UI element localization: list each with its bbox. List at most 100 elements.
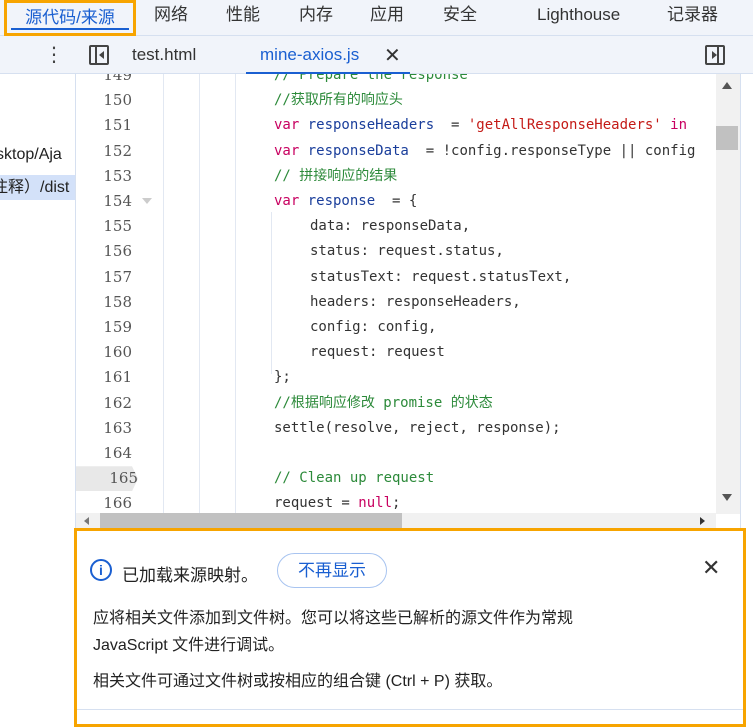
code-token: }; bbox=[274, 369, 291, 386]
code-token: data: responseData, bbox=[310, 218, 471, 235]
code-line: status: request.status, bbox=[310, 239, 504, 264]
tab-4[interactable]: 应用 bbox=[370, 0, 404, 36]
code-token: // 拼接响应的结果 bbox=[274, 167, 398, 184]
close-infobar-icon[interactable]: ✕ bbox=[702, 555, 720, 581]
code-line: config: config, bbox=[310, 315, 436, 340]
scroll-thumb[interactable] bbox=[100, 513, 402, 529]
code-token: ; bbox=[392, 495, 401, 512]
code-token: var bbox=[274, 142, 308, 159]
file-tab-mine-axios[interactable]: mine-axios.js ✕ bbox=[246, 36, 410, 74]
debugger-pane-edge bbox=[740, 74, 753, 528]
code-token: in bbox=[661, 117, 688, 134]
code-line: settle(resolve, reject, response); bbox=[274, 416, 561, 441]
infobar-body-line1: 应将相关文件添加到文件树。您可以将这些已解析的源文件作为常规 bbox=[93, 610, 574, 627]
code-line: data: responseData, bbox=[310, 214, 470, 239]
code-line: headers: responseHeaders, bbox=[310, 290, 521, 315]
tab-7[interactable]: 记录器 bbox=[667, 0, 718, 36]
code-token: = !config.responseType || config bbox=[408, 142, 696, 159]
code-line: var responseData = !config.responseType … bbox=[274, 139, 695, 164]
tab-3[interactable]: 内存 bbox=[299, 0, 333, 36]
code-token: // Clean up request bbox=[274, 470, 435, 487]
line-number[interactable]: 165 bbox=[76, 466, 138, 492]
line-number[interactable]: 156 bbox=[76, 239, 132, 264]
vertical-scrollbar[interactable] bbox=[716, 74, 740, 514]
code-token: // Prepare the response bbox=[274, 74, 468, 83]
scroll-thumb[interactable] bbox=[716, 126, 738, 150]
more-options-icon[interactable]: ⋮ bbox=[44, 42, 64, 67]
code-line: //获取所有的响应头 bbox=[274, 88, 403, 113]
infobar-body-line2: JavaScript 文件进行调试。 bbox=[93, 637, 285, 654]
editor-toolbar: ⋮ test.html mine-axios.js ✕ bbox=[0, 36, 753, 74]
infobar-body-line3: 相关文件可通过文件树或按相应的组合键 (Ctrl + P) 获取。 bbox=[93, 673, 503, 690]
line-number[interactable]: 150 bbox=[76, 88, 132, 113]
code-token: settle(resolve, reject, response); bbox=[274, 419, 561, 436]
code-line: // Prepare the response bbox=[274, 74, 468, 88]
code-token: response bbox=[307, 193, 376, 209]
toggle-debugger-icon[interactable] bbox=[705, 45, 725, 65]
code-token: request = bbox=[274, 495, 359, 512]
code-token: responseData bbox=[307, 142, 409, 159]
horizontal-scrollbar[interactable] bbox=[76, 513, 716, 529]
code-line: var responseHeaders = 'getAllResponseHea… bbox=[274, 113, 687, 138]
code-token: null bbox=[358, 495, 393, 512]
line-number[interactable]: 158 bbox=[76, 290, 132, 315]
code-token: headers: responseHeaders, bbox=[310, 293, 521, 310]
line-number[interactable]: 151 bbox=[76, 113, 132, 138]
code-token: statusText: request.statusText, bbox=[310, 268, 572, 285]
line-number[interactable]: 157 bbox=[76, 265, 132, 290]
code-line: }; bbox=[274, 365, 291, 390]
info-icon: i bbox=[90, 559, 112, 581]
code-editor[interactable]: 149 // Prepare the response 150 //获取所有的响应头 1… bbox=[76, 74, 740, 514]
code-token: //根据响应修改 promise 的状态 bbox=[274, 394, 493, 411]
panel-tabs: 源代码/来源 网络 性能 内存 应用 安全 Lighthouse 记录器 bbox=[0, 0, 753, 36]
code-line: var response = { bbox=[274, 189, 417, 214]
line-number[interactable]: 161 bbox=[76, 365, 132, 390]
code-line: request: request bbox=[310, 340, 445, 365]
scroll-up-icon[interactable] bbox=[722, 82, 732, 89]
scroll-right-icon[interactable] bbox=[700, 517, 705, 525]
file-tab-label: mine-axios.js bbox=[260, 45, 360, 64]
line-number[interactable]: 163 bbox=[76, 416, 132, 441]
scroll-left-icon[interactable] bbox=[84, 517, 89, 525]
code-token: request: request bbox=[310, 344, 445, 361]
line-number[interactable]: 153 bbox=[76, 164, 132, 189]
code-line: // Clean up request bbox=[274, 466, 434, 491]
tab-6[interactable]: Lighthouse bbox=[537, 0, 620, 36]
infobar-title: 已加载来源映射。 bbox=[122, 566, 258, 585]
file-tab-test-html[interactable]: test.html bbox=[132, 45, 196, 65]
line-number[interactable]: 152 bbox=[76, 139, 132, 164]
line-number[interactable]: 160 bbox=[76, 340, 132, 365]
scroll-down-icon[interactable] bbox=[722, 494, 732, 501]
tab-2[interactable]: 性能 bbox=[226, 0, 260, 36]
code-token: var bbox=[274, 117, 308, 134]
tab-0[interactable]: 源代码/来源 bbox=[4, 0, 136, 36]
tab-5[interactable]: 安全 bbox=[443, 0, 477, 36]
line-number[interactable]: 162 bbox=[76, 391, 132, 416]
file-navigator: sktop/Aja 注释）/dist bbox=[0, 74, 76, 528]
tab-1[interactable]: 网络 bbox=[154, 0, 188, 36]
dont-show-again-button[interactable]: 不再显示 bbox=[277, 553, 387, 588]
fold-arrow-icon[interactable] bbox=[142, 198, 152, 204]
line-number[interactable]: 166 bbox=[76, 491, 132, 514]
code-token: = { bbox=[375, 193, 418, 209]
code-token: = bbox=[434, 117, 468, 134]
source-map-infobar: i 已加载来源映射。 不再显示 ✕ 应将相关文件添加到文件树。您可以将这些已解析… bbox=[74, 528, 746, 727]
code-line: // 拼接响应的结果 bbox=[274, 164, 397, 189]
line-number[interactable]: 149 bbox=[76, 74, 132, 88]
code-token: config: config, bbox=[310, 319, 437, 335]
tree-item-selected[interactable]: 注释）/dist bbox=[0, 175, 75, 200]
close-icon[interactable]: ✕ bbox=[384, 43, 401, 68]
code-token: //获取所有的响应头 bbox=[274, 92, 403, 109]
tree-item[interactable]: sktop/Aja bbox=[0, 142, 72, 167]
code-token: status: request.status, bbox=[310, 243, 504, 260]
toggle-navigator-icon[interactable] bbox=[89, 45, 109, 65]
code-line: //根据响应修改 promise 的状态 bbox=[274, 391, 493, 416]
code-line: statusText: request.statusText, bbox=[310, 265, 571, 290]
line-number[interactable]: 155 bbox=[76, 214, 132, 239]
code-token: responseHeaders bbox=[307, 117, 435, 134]
line-number[interactable]: 159 bbox=[76, 315, 132, 340]
line-number[interactable]: 164 bbox=[76, 441, 132, 466]
code-line: request = null; bbox=[274, 491, 400, 514]
line-number[interactable]: 154 bbox=[76, 189, 132, 214]
code-token: 'getAllResponseHeaders' bbox=[467, 117, 662, 134]
